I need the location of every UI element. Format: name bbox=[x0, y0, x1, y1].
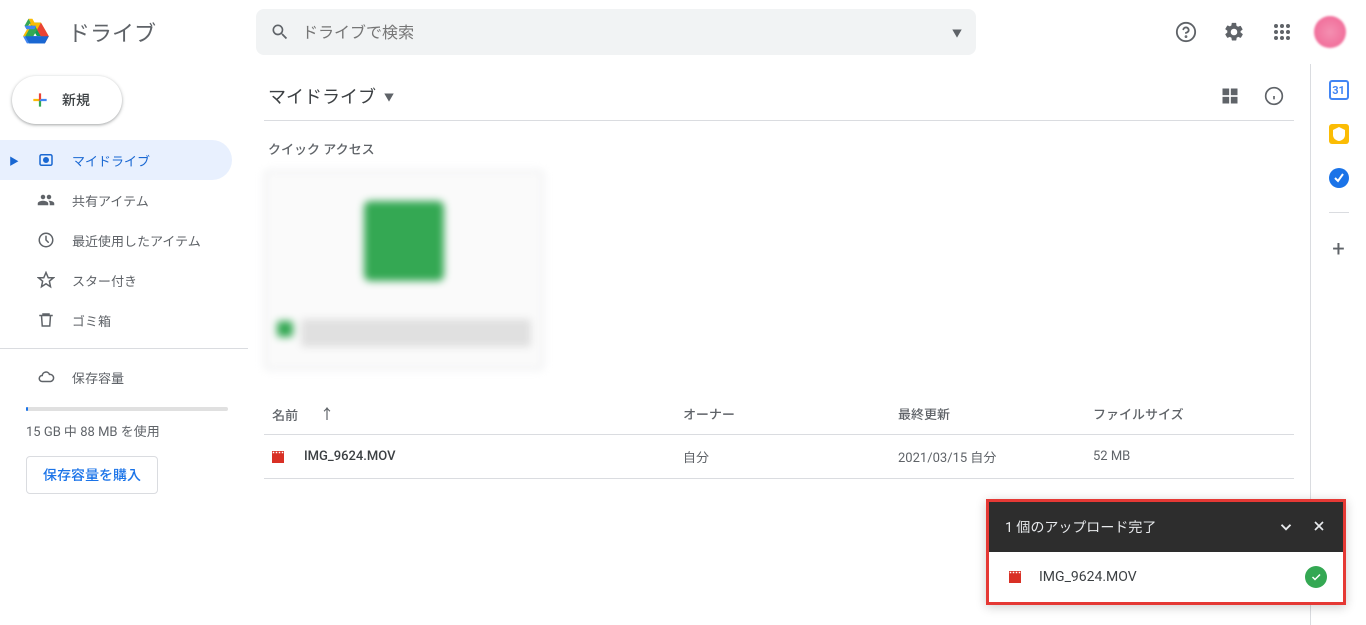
keep-icon[interactable] bbox=[1329, 124, 1349, 144]
recent-icon bbox=[36, 231, 56, 249]
video-file-icon bbox=[268, 448, 288, 466]
header-actions bbox=[1166, 12, 1358, 52]
add-addon-icon[interactable]: + bbox=[1332, 237, 1344, 262]
support-icon[interactable] bbox=[1166, 12, 1206, 52]
sidebar-item-label: 共有アイテム bbox=[72, 191, 149, 210]
close-icon[interactable] bbox=[1311, 518, 1327, 536]
storage-text: 15 GB 中 88 MB を使用 bbox=[26, 421, 228, 440]
buy-storage-button[interactable]: 保存容量を購入 bbox=[26, 456, 158, 494]
quick-access-title: クイック アクセス bbox=[268, 139, 1294, 158]
breadcrumb[interactable]: マイドライブ ▼ bbox=[264, 83, 394, 109]
sidebar-item-mydrive[interactable]: ▶ マイドライブ bbox=[0, 140, 232, 180]
sidebar: 新規 ▶ マイドライブ 共有アイテム 最近使用したアイテム bbox=[0, 64, 248, 625]
file-modified: 2021/03/15 自分 bbox=[898, 447, 1093, 466]
sidebar-item-label: スター付き bbox=[72, 271, 137, 290]
app-name: ドライブ bbox=[68, 16, 156, 48]
column-modified[interactable]: 最終更新 bbox=[898, 404, 1093, 424]
trash-icon bbox=[36, 311, 56, 329]
video-file-icon bbox=[1005, 568, 1025, 586]
file-name: IMG_9624.MOV bbox=[304, 449, 395, 464]
search-bar[interactable]: ▼ bbox=[256, 9, 976, 55]
grid-view-icon[interactable] bbox=[1210, 76, 1250, 116]
sidebar-item-storage[interactable]: 保存容量 bbox=[0, 357, 232, 397]
column-owner[interactable]: オーナー bbox=[683, 404, 898, 424]
sidebar-item-shared[interactable]: 共有アイテム bbox=[0, 180, 232, 220]
account-avatar[interactable] bbox=[1310, 12, 1350, 52]
chevron-down-icon: ▼ bbox=[384, 89, 394, 104]
search-icon bbox=[270, 22, 290, 42]
shared-icon bbox=[36, 191, 56, 209]
toast-item[interactable]: IMG_9624.MOV bbox=[989, 552, 1343, 602]
sidebar-item-label: 保存容量 bbox=[72, 368, 124, 387]
header: ドライブ ▼ bbox=[0, 0, 1366, 64]
star-icon bbox=[36, 271, 56, 289]
drive-logo-icon bbox=[20, 12, 60, 52]
success-check-icon bbox=[1305, 566, 1327, 588]
sidebar-item-label: マイドライブ bbox=[72, 151, 150, 170]
file-owner: 自分 bbox=[683, 447, 898, 466]
expand-icon[interactable]: ▶ bbox=[8, 153, 20, 168]
details-icon[interactable] bbox=[1254, 76, 1294, 116]
sidebar-item-recent[interactable]: 最近使用したアイテム bbox=[0, 220, 232, 260]
storage-bar bbox=[26, 407, 228, 411]
sidebar-item-label: 最近使用したアイテム bbox=[72, 231, 201, 250]
sidebar-item-label: ゴミ箱 bbox=[72, 311, 111, 330]
collapse-icon[interactable] bbox=[1277, 518, 1295, 536]
apps-icon[interactable] bbox=[1262, 12, 1302, 52]
calendar-icon[interactable]: 31 bbox=[1329, 80, 1349, 100]
toast-header: 1 個のアップロード完了 bbox=[989, 502, 1343, 552]
sidebar-item-starred[interactable]: スター付き bbox=[0, 260, 232, 300]
upload-toast: 1 個のアップロード完了 IMG_9624.MOV bbox=[986, 499, 1346, 605]
breadcrumb-label: マイドライブ bbox=[268, 83, 376, 109]
logo-area[interactable]: ドライブ bbox=[8, 12, 256, 52]
new-button-label: 新規 bbox=[62, 90, 90, 110]
divider bbox=[1329, 212, 1349, 213]
search-options-icon[interactable]: ▼ bbox=[952, 25, 962, 40]
tasks-icon[interactable] bbox=[1329, 168, 1349, 188]
search-input[interactable] bbox=[302, 23, 940, 42]
file-size: 52 MB bbox=[1093, 449, 1290, 464]
cloud-icon bbox=[36, 368, 56, 386]
column-name[interactable]: 名前 ↑ bbox=[268, 404, 683, 424]
divider bbox=[0, 348, 248, 349]
table-row[interactable]: IMG_9624.MOV 自分 2021/03/15 自分 52 MB bbox=[264, 435, 1294, 479]
mydrive-icon bbox=[36, 151, 56, 169]
toast-file-name: IMG_9624.MOV bbox=[1039, 569, 1137, 585]
table-header: 名前 ↑ オーナー 最終更新 ファイルサイズ bbox=[264, 394, 1294, 435]
new-button[interactable]: 新規 bbox=[12, 76, 122, 124]
settings-icon[interactable] bbox=[1214, 12, 1254, 52]
column-size[interactable]: ファイルサイズ bbox=[1093, 404, 1290, 424]
toast-title: 1 個のアップロード完了 bbox=[1005, 517, 1156, 537]
sidebar-item-trash[interactable]: ゴミ箱 bbox=[0, 300, 232, 340]
sort-arrow-icon: ↑ bbox=[320, 404, 334, 424]
quick-access-card[interactable] bbox=[264, 170, 544, 370]
